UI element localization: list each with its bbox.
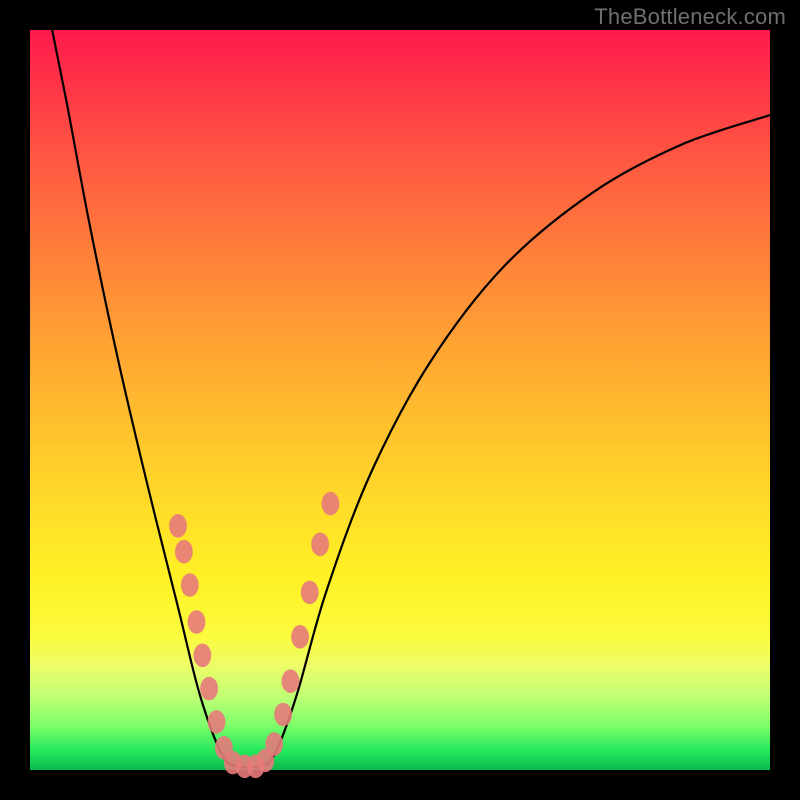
highlight-dot: [200, 677, 218, 701]
plot-area: [30, 30, 770, 770]
watermark-text: TheBottleneck.com: [594, 4, 786, 30]
highlight-dot: [188, 610, 206, 634]
highlight-dot: [291, 625, 309, 649]
outer-frame: TheBottleneck.com: [0, 0, 800, 800]
highlight-dot: [311, 533, 329, 557]
highlight-dot: [301, 581, 319, 605]
highlight-dot: [322, 492, 340, 516]
highlight-dot: [181, 573, 199, 597]
highlight-dot: [208, 710, 226, 734]
highlight-dot: [194, 644, 212, 668]
highlight-dot: [274, 703, 292, 727]
highlight-dot: [175, 540, 193, 564]
chart-svg: [30, 30, 770, 770]
highlight-dot: [265, 732, 283, 756]
highlight-dot: [169, 514, 187, 538]
highlight-dot: [282, 669, 300, 693]
bottleneck-curve: [52, 30, 770, 768]
